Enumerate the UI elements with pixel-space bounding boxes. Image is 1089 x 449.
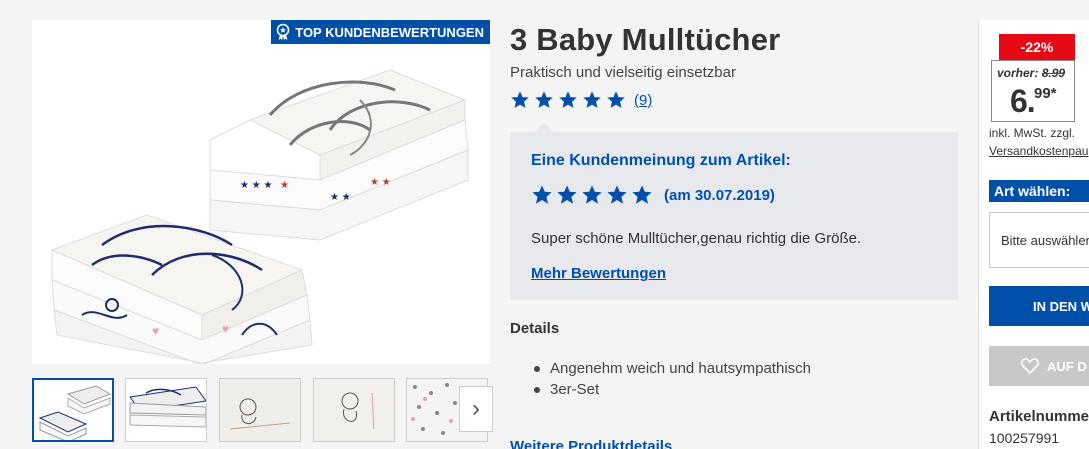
svg-text:★ ★: ★ ★	[330, 192, 351, 203]
product-main-image[interactable]: ★ ★ ★ ★ ★ ★ ★ ★ ♥ ♥ TOP KUNDENBEWERTUNGE…	[32, 20, 490, 364]
price-cents: 99*	[1034, 85, 1057, 102]
award-ribbon-icon	[276, 23, 290, 41]
star-icon	[607, 91, 625, 108]
star-icon	[582, 185, 602, 204]
price-main: 6.	[1010, 83, 1036, 119]
thumbnail-3[interactable]	[219, 378, 301, 442]
badge-text: TOP KUNDENBEWERTUNGEN	[295, 24, 484, 40]
star-icon	[632, 185, 652, 204]
svg-text:♥: ♥	[222, 322, 229, 336]
star-icon	[583, 91, 601, 108]
svg-text:★: ★	[280, 180, 289, 191]
add-to-wishlist-button[interactable]: AUF D	[989, 346, 1089, 386]
thumbnail-1-illustration	[38, 385, 112, 440]
thumbnail-next-button[interactable]: ›	[459, 386, 493, 432]
old-price-label: vorher:	[997, 66, 1039, 80]
buy-box: -22% vorher: 8.99 6. 99* inkl. MwSt. zzg…	[978, 20, 1089, 449]
thumbnail-1[interactable]	[32, 378, 114, 442]
review-date: (am 30.07.2019)	[664, 186, 775, 204]
article-number-label: Artikelnummer	[989, 408, 1089, 425]
old-price-value: 8.99	[1041, 66, 1066, 80]
details-item: Angenehm weich und hautsympathisch	[534, 358, 811, 379]
star-icon	[607, 185, 627, 204]
product-illustration: ★ ★ ★ ★ ★ ★ ★ ★ ♥ ♥	[50, 69, 469, 364]
variant-select[interactable]: Bitte auswählen	[989, 212, 1089, 268]
chevron-right-icon: ›	[472, 395, 480, 422]
thumbnail-3-illustration	[229, 398, 291, 430]
review-highlight: Eine Kundenmeinung zum Artikel: (am 30.0…	[510, 123, 958, 300]
review-heading: Eine Kundenmeinung zum Artikel:	[531, 152, 791, 169]
article-number: 100257991	[989, 430, 1060, 446]
star-icon	[535, 91, 553, 108]
wishlist-button-label: AUF D	[1047, 358, 1087, 374]
product-subtitle: Praktisch und vielseitig einsetzbar	[510, 64, 736, 81]
variant-label: Art wählen:	[989, 180, 1089, 202]
product-title: 3 Baby Mulltücher	[510, 22, 781, 57]
star-icon	[532, 185, 552, 204]
heart-icon	[1021, 358, 1039, 374]
review-rating: (am 30.07.2019)	[531, 184, 775, 206]
svg-text:♥: ♥	[152, 324, 159, 338]
details-heading: Details	[510, 320, 560, 337]
thumbnail-2-illustration	[129, 386, 206, 428]
details-list: Angenehm weich und hautsympathisch 3er-S…	[534, 358, 811, 400]
shipping-costs-link[interactable]: Versandkostenpau	[989, 144, 1088, 158]
product-rating[interactable]: (9)	[510, 90, 652, 110]
svg-text:★ ★ ★: ★ ★ ★	[240, 180, 272, 191]
star-icon	[557, 185, 577, 204]
more-product-details-link[interactable]: Weitere Produktdetails	[510, 438, 672, 449]
star-icon	[511, 91, 529, 108]
thumbnail-2[interactable]	[125, 378, 207, 442]
thumbnail-4-illustration	[341, 392, 375, 430]
star-icon	[559, 91, 577, 108]
rating-count-link[interactable]: (9)	[634, 92, 652, 109]
thumbnail-4[interactable]	[313, 378, 395, 442]
more-reviews-link[interactable]: Mehr Bewertungen	[531, 265, 666, 282]
review-text: Super schöne Mulltücher,genau richtig di…	[531, 230, 862, 247]
discount-badge: -22%	[999, 34, 1075, 60]
top-reviews-badge: TOP KUNDENBEWERTUNGEN	[271, 20, 490, 44]
svg-text:★ ★: ★ ★	[370, 177, 391, 188]
thumbnail-strip: ›	[32, 378, 498, 444]
details-item: 3er-Set	[534, 379, 811, 400]
old-price: vorher: 8.99	[997, 66, 1065, 80]
vat-note: inkl. MwSt. zzgl.	[989, 126, 1076, 140]
add-to-cart-button[interactable]: IN DEN W	[989, 286, 1089, 326]
price-box: vorher: 8.99 6. 99*	[991, 60, 1075, 122]
